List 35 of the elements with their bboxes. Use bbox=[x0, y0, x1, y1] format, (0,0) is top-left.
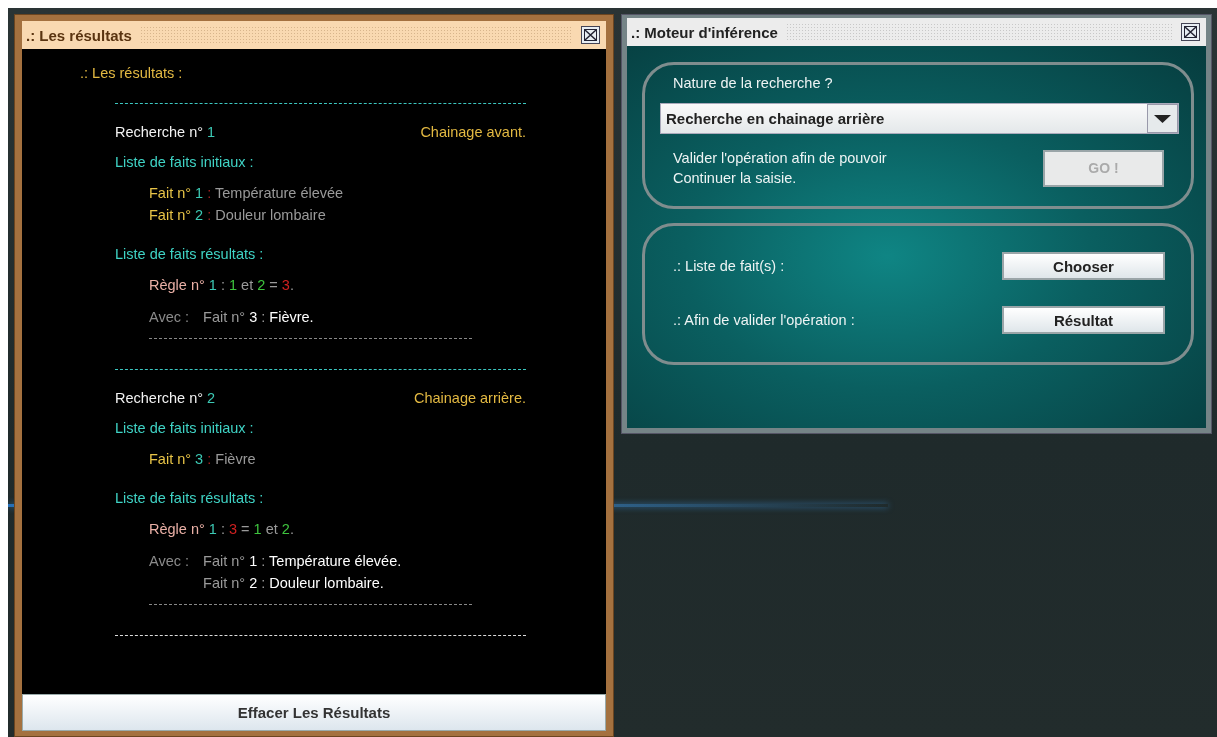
window-title: .: Les résultats bbox=[26, 26, 132, 44]
fact-line: Fait n° 3 : Fièvre. bbox=[203, 308, 314, 327]
action-button[interactable]: Résultat bbox=[1002, 306, 1165, 334]
result-facts-heading: Liste de faits résultats : bbox=[115, 490, 265, 506]
clear-results-button[interactable]: Effacer Les Résultats bbox=[22, 694, 606, 731]
rule-line: Règle n° 1 : 1 et 2 = 3. bbox=[149, 276, 294, 295]
result-facts-heading: Liste de faits résultats : bbox=[115, 246, 265, 262]
close-button[interactable] bbox=[581, 26, 600, 44]
fact-line: Fait n° 1 : Température élevée bbox=[149, 184, 344, 203]
fact-line: Fait n° 3 : Fièvre bbox=[149, 450, 256, 469]
action-label: .: Afin de valider l'opération : bbox=[673, 312, 855, 328]
fact-line: Fait n° 2 : Douleur lombaire bbox=[149, 206, 326, 225]
close-icon bbox=[1184, 26, 1197, 38]
action-label: .: Liste de fait(s) : bbox=[673, 258, 785, 274]
rule-line: Règle n° 1 : 3 = 1 et 2. bbox=[149, 520, 294, 539]
search-type-dropdown[interactable]: Recherche en chainage arrière bbox=[660, 103, 1179, 134]
question-label: Nature de la recherche ? bbox=[673, 75, 834, 91]
chaining-mode: Chainage avant. bbox=[420, 124, 526, 140]
with-label: Avec : bbox=[149, 308, 190, 327]
results-heading: .: Les résultats : bbox=[80, 65, 184, 81]
search-number: Recherche n° 1 bbox=[115, 124, 216, 140]
close-button[interactable] bbox=[1181, 23, 1200, 41]
action-button[interactable]: Chooser bbox=[1002, 252, 1165, 280]
dropdown-button[interactable] bbox=[1147, 104, 1178, 133]
with-label: Avec : bbox=[149, 552, 190, 571]
close-icon bbox=[584, 29, 597, 41]
fact-line: Fait n° 1 : Température élevée. bbox=[203, 552, 402, 571]
validate-instruction: Valider l'opération afin de pouvoir Continuer la saisie. bbox=[673, 149, 887, 188]
initial-facts-heading: Liste de faits initiaux : bbox=[115, 154, 255, 170]
initial-facts-heading: Liste de faits initiaux : bbox=[115, 420, 255, 436]
chaining-mode: Chainage arrière. bbox=[413, 390, 526, 406]
fact-line: Fait n° 2 : Douleur lombaire. bbox=[203, 574, 384, 593]
caret-icon bbox=[1154, 114, 1171, 123]
window-title: .: Moteur d'inférence bbox=[631, 23, 778, 41]
search-number: Recherche n° 2 bbox=[115, 390, 216, 406]
